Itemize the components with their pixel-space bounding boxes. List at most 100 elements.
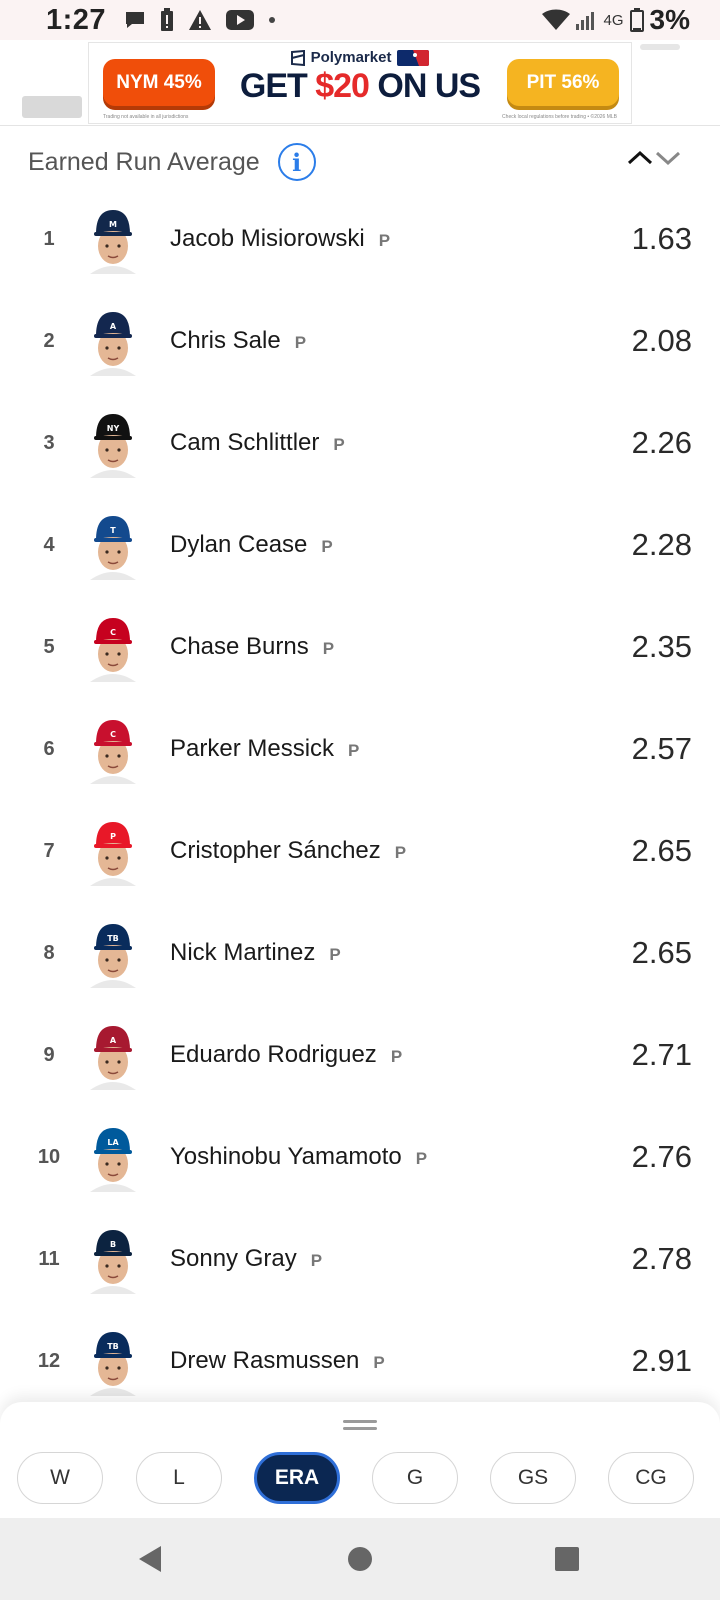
stat-tab-era[interactable]: ERA <box>254 1452 340 1504</box>
sort-controls <box>626 148 682 168</box>
player-name[interactable]: Drew Rasmussen P <box>170 1347 385 1375</box>
player-headshot[interactable]: TB <box>86 918 140 988</box>
leaderboard-header: Earned Run Average i <box>0 130 720 194</box>
player-rank: 7 <box>43 839 55 862</box>
stat-value: 2.71 <box>631 1037 692 1072</box>
player-position: P <box>310 1251 323 1270</box>
leaderboard-row[interactable]: 6 C Parker Messick P 2.57 <box>0 698 720 800</box>
player-name-text[interactable]: Cristopher Sánchez <box>170 837 381 864</box>
player-name-text[interactable]: Chris Sale <box>170 327 281 354</box>
player-name[interactable]: Yoshinobu Yamamoto P <box>170 1143 427 1171</box>
dot-icon <box>269 17 276 23</box>
leaderboard-title: Earned Run Average <box>28 147 260 176</box>
player-headshot[interactable]: C <box>86 612 140 682</box>
svg-text:LA: LA <box>107 1138 119 1147</box>
ad-headline-prefix: GET <box>239 67 316 105</box>
sort-ascending-icon[interactable] <box>626 148 654 168</box>
stat-value: 2.28 <box>631 527 692 562</box>
player-headshot[interactable]: A <box>86 1020 140 1090</box>
status-time: 1:27 <box>46 3 107 36</box>
stat-value: 2.57 <box>631 731 692 766</box>
player-name-text[interactable]: Cam Schlittler <box>170 429 319 456</box>
player-headshot[interactable]: C <box>86 714 140 784</box>
battery-alert-icon <box>161 8 174 31</box>
stat-tab-gs[interactable]: GS <box>490 1452 576 1504</box>
player-name-text[interactable]: Jacob Misiorowski <box>170 225 365 252</box>
svg-text:TB: TB <box>107 1342 119 1351</box>
leaderboard-row[interactable]: 11 B Sonny Gray P 2.78 <box>0 1208 720 1310</box>
player-name-text[interactable]: Drew Rasmussen <box>170 1347 359 1374</box>
leaderboard-row[interactable]: 9 A Eduardo Rodriguez P 2.71 <box>0 1004 720 1106</box>
stat-value: 2.65 <box>631 833 692 868</box>
svg-text:M: M <box>109 220 117 229</box>
player-name[interactable]: Jacob Misiorowski P <box>170 225 390 253</box>
stat-tab-cg[interactable]: CG <box>608 1452 694 1504</box>
recents-icon[interactable] <box>550 1542 584 1576</box>
stat-tab-w[interactable]: W <box>17 1452 103 1504</box>
player-name[interactable]: Cristopher Sánchez P <box>170 837 406 865</box>
player-name[interactable]: Parker Messick P <box>170 735 359 763</box>
player-name-text[interactable]: Yoshinobu Yamamoto <box>170 1143 402 1170</box>
player-headshot[interactable]: P <box>86 816 140 886</box>
svg-text:T: T <box>110 526 116 535</box>
leaderboard-row[interactable]: 10 LA Yoshinobu Yamamoto P 2.76 <box>0 1106 720 1208</box>
ad-banner[interactable]: NYM 45% Polymarket GET $20 ON US PIT 56%… <box>88 42 632 124</box>
player-headshot[interactable]: TB <box>86 1326 140 1396</box>
player-name[interactable]: Chase Burns P <box>170 633 334 661</box>
player-name[interactable]: Chris Sale P <box>170 327 306 355</box>
player-position: P <box>394 843 407 862</box>
ad-brand-name: Polymarket <box>310 49 392 66</box>
system-icons: 4G 3% <box>541 4 690 36</box>
drag-handle-icon[interactable] <box>343 1420 377 1430</box>
player-rank: 3 <box>43 431 55 454</box>
chat-bubble-icon <box>126 12 145 28</box>
leaderboard-row[interactable]: 8 TB Nick Martinez P 2.65 <box>0 902 720 1004</box>
player-position: P <box>348 741 360 760</box>
svg-text:C: C <box>110 628 116 637</box>
home-icon[interactable] <box>343 1542 377 1576</box>
svg-text:B: B <box>110 1240 116 1249</box>
leaderboard-list: 1 M Jacob Misiorowski P 1.63 2 A Chris Sale P 2.0… <box>0 188 720 1412</box>
player-rank: 5 <box>43 635 55 658</box>
player-name[interactable]: Cam Schlittler P <box>170 429 345 457</box>
ad-right-odds-button[interactable]: PIT 56% <box>507 59 619 106</box>
player-name[interactable]: Eduardo Rodriguez P <box>170 1041 402 1069</box>
leaderboard-row[interactable]: 12 TB Drew Rasmussen P 2.91 <box>0 1310 720 1412</box>
leaderboard-row[interactable]: 5 C Chase Burns P 2.35 <box>0 596 720 698</box>
status-bar: 1:27 4G 3% <box>0 0 720 40</box>
player-headshot[interactable]: LA <box>86 1122 140 1192</box>
back-icon[interactable] <box>133 1542 167 1576</box>
stat-value: 2.35 <box>631 629 692 664</box>
svg-text:P: P <box>110 832 116 841</box>
stat-value: 1.63 <box>631 221 692 256</box>
stat-tab-g[interactable]: G <box>372 1452 458 1504</box>
stat-value: 2.78 <box>631 1241 692 1276</box>
player-name-text[interactable]: Sonny Gray <box>170 1245 297 1272</box>
stat-tab-l[interactable]: L <box>136 1452 222 1504</box>
player-name-text[interactable]: Eduardo Rodriguez <box>170 1041 377 1068</box>
player-name-text[interactable]: Parker Messick <box>170 735 334 762</box>
player-headshot[interactable]: A <box>86 306 140 376</box>
player-position: P <box>321 537 333 556</box>
player-name[interactable]: Nick Martinez P <box>170 939 341 967</box>
leaderboard-row[interactable]: 1 M Jacob Misiorowski P 1.63 <box>0 188 720 290</box>
sort-descending-icon[interactable] <box>654 148 682 168</box>
player-headshot[interactable]: B <box>86 1224 140 1294</box>
leaderboard-row[interactable]: 4 T Dylan Cease P 2.28 <box>0 494 720 596</box>
player-name-text[interactable]: Dylan Cease <box>170 531 307 558</box>
leaderboard-row[interactable]: 2 A Chris Sale P 2.08 <box>0 290 720 392</box>
player-headshot[interactable]: M <box>86 204 140 274</box>
player-headshot[interactable]: T <box>86 510 140 580</box>
player-position: P <box>322 639 335 658</box>
player-name-text[interactable]: Chase Burns <box>170 633 309 660</box>
info-icon[interactable]: i <box>277 143 316 181</box>
wifi-icon <box>541 9 570 30</box>
player-name[interactable]: Sonny Gray P <box>170 1245 322 1273</box>
player-headshot[interactable]: NY <box>86 408 140 478</box>
player-name-text[interactable]: Nick Martinez <box>170 939 315 966</box>
battery-icon <box>629 8 644 32</box>
leaderboard-row[interactable]: 7 P Cristopher Sánchez P 2.65 <box>0 800 720 902</box>
player-name[interactable]: Dylan Cease P <box>170 531 333 559</box>
warning-icon <box>189 10 212 30</box>
leaderboard-row[interactable]: 3 NY Cam Schlittler P 2.26 <box>0 392 720 494</box>
